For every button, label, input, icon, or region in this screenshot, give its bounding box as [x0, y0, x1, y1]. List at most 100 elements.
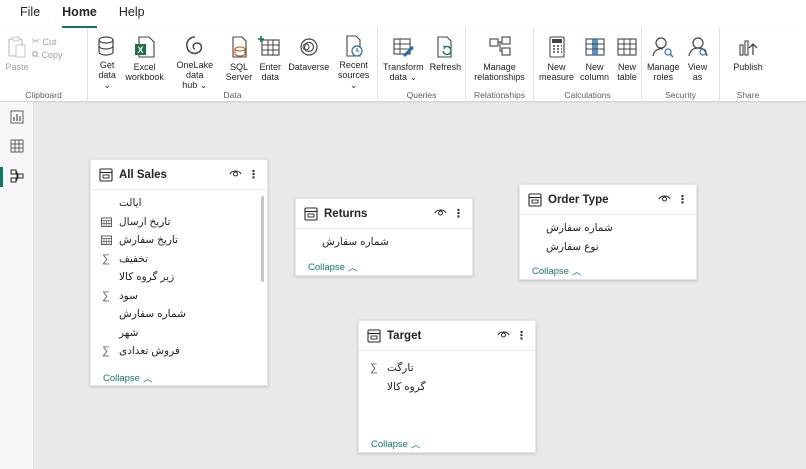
- collapse-button[interactable]: Collapse ︿: [532, 264, 582, 279]
- card-header: Order Type ⋮: [520, 185, 696, 215]
- table-icon: [304, 206, 318, 221]
- onelake-data-hub-button[interactable]: OneLake data hub ⌄: [167, 32, 223, 90]
- transform-data-button[interactable]: Transform data ⌄: [380, 32, 427, 88]
- table-view-button[interactable]: [0, 133, 34, 161]
- refresh-button[interactable]: Refresh: [427, 32, 465, 88]
- field-row[interactable]: ∑ تارگت: [359, 359, 535, 378]
- sigma-icon: ∑: [102, 289, 110, 302]
- chevron-up-icon: ︿: [571, 267, 582, 278]
- paste-button[interactable]: Paste: [2, 32, 32, 88]
- eye-icon[interactable]: [658, 194, 671, 206]
- field-label: شماره سفارش: [322, 236, 389, 249]
- manage-relationships-button[interactable]: Manage relationships: [471, 32, 528, 88]
- refresh-label: Refresh: [429, 62, 462, 72]
- menu-tab-file[interactable]: File: [0, 0, 51, 28]
- new-measure-button[interactable]: New measure: [536, 32, 577, 88]
- field-label: نوع سفارش: [546, 240, 599, 253]
- field-row[interactable]: گروه کالا: [359, 378, 535, 397]
- field-row[interactable]: شماره سفارش: [520, 219, 696, 238]
- table-icon: [528, 192, 542, 207]
- field-label: تخفیف: [119, 252, 149, 265]
- more-options-icon[interactable]: ⋮: [248, 168, 259, 181]
- transform-data-icon: [391, 34, 415, 60]
- relationships-icon: [488, 34, 512, 60]
- table-card-all-sales[interactable]: All Sales ⋮ ایالت تاریخ ارسال تاریخ سفار…: [90, 159, 268, 386]
- excel-workbook-button[interactable]: X Excel workbook: [122, 32, 167, 88]
- more-options-icon[interactable]: ⋮: [677, 193, 688, 206]
- card-title: All Sales: [119, 168, 167, 181]
- recent-sources-button[interactable]: Recent sources ⌄: [332, 32, 375, 90]
- field-row[interactable]: تاریخ ارسال: [91, 213, 267, 232]
- manage-roles-label: Manage roles: [647, 62, 680, 82]
- new-column-label: New column: [580, 62, 610, 82]
- card-header: Target ⋮: [359, 321, 535, 351]
- scrollbar[interactable]: [261, 196, 264, 282]
- field-row[interactable]: ∑ تخفیف: [91, 250, 267, 269]
- ribbon: Paste ✂ Cut ⧉ Copy Clipboard Get data ⌄ X …: [0, 28, 806, 102]
- sql-server-label: SQL Server: [225, 62, 253, 82]
- model-icon: [10, 169, 24, 186]
- field-list: ایالت تاریخ ارسال تاریخ سفارش ∑ تخفیف زیر…: [91, 190, 267, 365]
- sigma-icon: ∑: [370, 362, 378, 375]
- table-card-returns[interactable]: Returns ⋮ شماره سفارش Collapse ︿: [295, 198, 473, 276]
- view-as-button[interactable]: View as: [683, 32, 713, 88]
- group-label-security: Security: [665, 90, 696, 100]
- svg-text:X: X: [137, 45, 143, 55]
- user-key-icon: [651, 34, 675, 60]
- field-row[interactable]: ∑ سود: [91, 287, 267, 306]
- cut-button[interactable]: ✂ Cut: [32, 36, 62, 47]
- copy-button[interactable]: ⧉ Copy: [32, 49, 62, 60]
- database-icon: [95, 34, 119, 58]
- field-label: گروه کالا: [387, 380, 426, 393]
- more-options-icon[interactable]: ⋮: [516, 329, 527, 342]
- manage-roles-button[interactable]: Manage roles: [644, 32, 683, 88]
- menu-tab-home[interactable]: Home: [51, 0, 108, 28]
- enter-data-icon: [258, 34, 282, 60]
- eye-icon[interactable]: [434, 208, 447, 220]
- report-view-button[interactable]: [0, 104, 34, 132]
- calendar-icon: [99, 217, 113, 227]
- copy-label: Copy: [41, 49, 63, 60]
- model-view-button[interactable]: [0, 163, 34, 191]
- eye-icon[interactable]: [229, 169, 242, 181]
- field-row[interactable]: شهر: [91, 324, 267, 343]
- field-label: سود: [119, 289, 138, 302]
- collapse-button[interactable]: Collapse ︿: [308, 260, 357, 275]
- field-row[interactable]: زیر گروه کالا: [91, 268, 267, 287]
- field-row[interactable]: ایالت: [91, 194, 267, 213]
- group-label-relationships: Relationships: [473, 90, 526, 100]
- field-row[interactable]: شماره سفارش: [91, 305, 267, 324]
- eye-icon[interactable]: [497, 330, 510, 342]
- copy-icon: ⧉: [32, 49, 39, 59]
- group-clipboard: Paste ✂ Cut ⧉ Copy Clipboard: [0, 28, 88, 102]
- field-label: تارگت: [387, 362, 414, 375]
- field-row[interactable]: ∑ فروش تعدادی: [91, 342, 267, 361]
- get-data-label: Get data ⌄: [98, 60, 116, 90]
- excel-icon: X: [133, 34, 157, 60]
- dataverse-icon: [297, 34, 321, 60]
- field-row[interactable]: تاریخ سفارش: [91, 231, 267, 250]
- card-title: Returns: [324, 207, 368, 220]
- collapse-button[interactable]: Collapse ︿: [371, 437, 420, 452]
- group-calculations: New measure New column New table Calcula…: [534, 28, 642, 102]
- collapse-label: Collapse: [371, 438, 408, 450]
- new-column-button[interactable]: New column: [577, 32, 612, 88]
- publish-button[interactable]: Publish: [730, 32, 766, 88]
- new-table-button[interactable]: New table: [612, 32, 642, 88]
- view-switcher: [0, 102, 34, 469]
- transform-data-label: Transform data ⌄: [383, 62, 424, 82]
- enter-data-button[interactable]: Enter data: [255, 32, 285, 88]
- field-row[interactable]: شماره سفارش: [296, 233, 472, 252]
- table-card-target[interactable]: Target ⋮ ∑ تارگت گروه کالا Collapse ︿: [358, 320, 536, 453]
- menu-tab-help[interactable]: Help: [108, 0, 156, 28]
- get-data-button[interactable]: Get data ⌄: [92, 32, 122, 90]
- field-row[interactable]: نوع سفارش: [520, 238, 696, 257]
- publish-label: Publish: [733, 62, 763, 72]
- group-relationships: Manage relationships Relationships: [466, 28, 534, 102]
- new-column-icon: [583, 34, 607, 60]
- sql-server-button[interactable]: SQL Server: [223, 32, 256, 88]
- table-card-order-type[interactable]: Order Type ⋮ شماره سفارش نوع سفارش Colla…: [519, 184, 697, 280]
- collapse-button[interactable]: Collapse ︿: [103, 371, 152, 386]
- dataverse-button[interactable]: Dataverse: [285, 32, 332, 88]
- more-options-icon[interactable]: ⋮: [453, 207, 464, 220]
